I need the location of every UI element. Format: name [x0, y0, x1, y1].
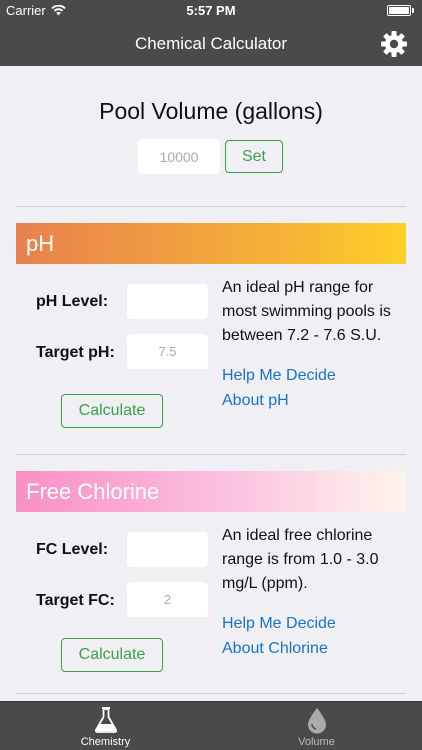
fc-level-input[interactable]	[127, 532, 208, 567]
tab-chemistry[interactable]: Chemistry	[0, 702, 211, 750]
target-ph-input[interactable]	[127, 334, 208, 369]
tab-volume[interactable]: Volume	[211, 702, 422, 750]
ph-calculate-button[interactable]: Calculate	[61, 394, 163, 428]
fc-section-header: Free Chlorine	[16, 471, 406, 512]
nav-bar: Chemical Calculator	[0, 22, 422, 66]
flask-icon	[94, 707, 117, 733]
pool-volume-title: Pool Volume (gallons)	[99, 98, 323, 124]
divider	[16, 693, 406, 694]
target-fc-label: Target FC:	[36, 592, 115, 609]
set-button[interactable]: Set	[225, 140, 283, 173]
tab-chemistry-label: Chemistry	[80, 736, 131, 748]
gear-icon	[381, 31, 407, 57]
nav-title: Chemical Calculator	[134, 34, 288, 53]
fc-help-link[interactable]: Help Me Decide	[222, 615, 336, 633]
ph-section-header: pH	[16, 223, 406, 264]
divider	[16, 454, 406, 455]
fc-level-label: FC Level:	[36, 541, 109, 558]
tab-volume-label: Volume	[298, 736, 335, 748]
battery-tip	[412, 8, 414, 13]
divider	[16, 206, 406, 207]
battery-icon	[387, 5, 411, 16]
pool-volume-input[interactable]	[138, 139, 220, 174]
ph-info-text: An ideal pH range for most swimming pool…	[222, 279, 391, 344]
tab-bar: Chemistry Volume	[0, 701, 422, 750]
status-time: 5:57 PM	[186, 3, 236, 18]
settings-button[interactable]	[380, 30, 408, 58]
about-ph-link[interactable]: About pH	[222, 392, 289, 410]
ph-level-input[interactable]	[127, 284, 208, 319]
water-drop-icon	[307, 708, 326, 734]
target-ph-label: Target pH:	[36, 344, 115, 361]
about-chlorine-link[interactable]: About Chlorine	[222, 640, 328, 658]
target-fc-input[interactable]	[127, 582, 208, 617]
battery-indicator	[387, 5, 414, 16]
fc-info-text: An ideal free chlorine range is from 1.0…	[222, 527, 379, 592]
status-bar: Carrier 5:57 PM	[0, 0, 422, 22]
battery-fill	[389, 7, 409, 14]
fc-calculate-button[interactable]: Calculate	[61, 638, 163, 672]
ph-help-link[interactable]: Help Me Decide	[222, 367, 336, 385]
main-content[interactable]: Pool Volume (gallons) Set pH pH Level: T…	[0, 66, 422, 701]
ph-level-label: pH Level:	[36, 293, 109, 310]
